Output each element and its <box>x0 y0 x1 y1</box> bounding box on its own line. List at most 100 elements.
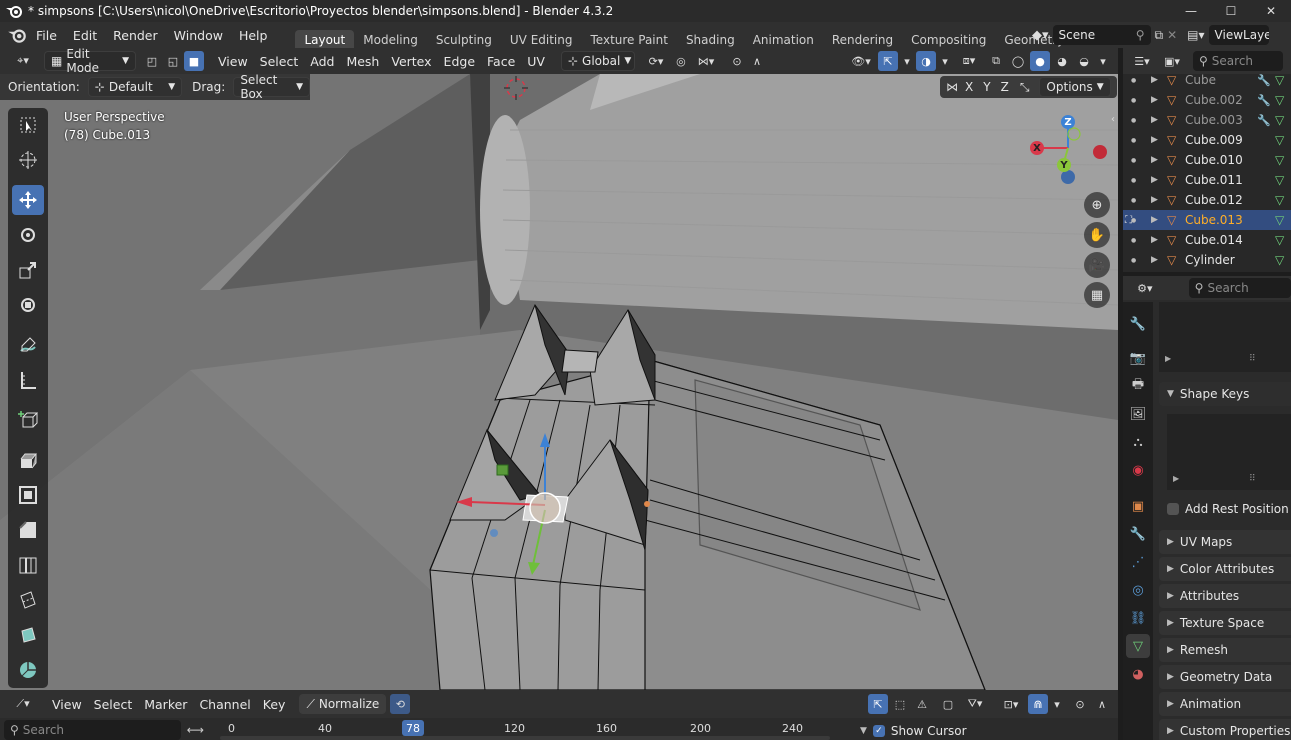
scale-tool-icon[interactable] <box>12 255 44 285</box>
annotate-tool-icon[interactable] <box>12 330 44 360</box>
mesh-edit-overlays-icon[interactable]: ⧈▾ <box>954 51 984 71</box>
knife-tool-icon[interactable] <box>12 585 44 615</box>
menu-mesh[interactable]: Mesh <box>340 51 385 71</box>
menu-add[interactable]: Add <box>304 51 340 71</box>
add-cube-tool-icon[interactable] <box>12 405 44 435</box>
snap-toggle-icon[interactable]: ⋒ <box>1028 694 1048 714</box>
panel-color-attributes[interactable]: ▶ Color Attributes <box>1159 557 1291 581</box>
proportional-icon[interactable]: ◎ <box>671 51 691 71</box>
editor-type-icon[interactable]: ⚙▾ <box>1131 278 1159 298</box>
wrench-icon[interactable]: 🔧 <box>1257 74 1271 87</box>
resize-grip-icon[interactable]: ⠿ <box>1249 354 1256 364</box>
object-name[interactable]: Cube.009 <box>1185 133 1243 147</box>
mesh-data-tab-icon[interactable]: ▽ <box>1126 634 1150 658</box>
transform-tool-icon[interactable] <box>12 290 44 320</box>
visibility-dot-icon[interactable]: ● <box>1131 77 1136 84</box>
transform-orientation-dropdown[interactable]: ⊹ Global ▼ <box>560 51 635 71</box>
shape-keys-list[interactable]: ▶ ⠿ <box>1167 414 1291 490</box>
resize-grip-icon[interactable]: ⠿ <box>1249 474 1256 484</box>
outliner-row[interactable]: ● ▶ ▽ Cube.002 🔧 ▽ <box>1123 90 1291 110</box>
select-cursor-icon[interactable]: ⇱ <box>868 694 888 714</box>
view-layer-field[interactable]: ViewLaye <box>1208 25 1269 45</box>
disclosure-icon[interactable]: ▶ <box>1151 135 1158 145</box>
zoom-icon[interactable]: ⊕ <box>1084 192 1110 218</box>
panel-custom-properties[interactable]: ▶ Custom Properties <box>1159 719 1291 740</box>
menu-help[interactable]: Help <box>231 28 276 43</box>
object-name[interactable]: Cube <box>1185 73 1216 87</box>
tab-layout[interactable]: Layout <box>295 30 355 48</box>
menu-window[interactable]: Window <box>166 28 231 43</box>
mesh-data-icon[interactable]: ▽ <box>1275 153 1284 167</box>
delete-scene-icon[interactable]: ✕ <box>1167 28 1177 42</box>
outliner-row[interactable]: ● ▶ ▽ Cube.014 ▽ <box>1123 230 1291 250</box>
editor-type-icon[interactable]: ☰▾ <box>1127 51 1157 71</box>
rendered-shading-icon[interactable]: ◒ <box>1074 51 1094 71</box>
extrude-tool-icon[interactable] <box>12 445 44 475</box>
3d-viewport[interactable] <box>0 74 1118 690</box>
menu-uv[interactable]: UV <box>521 51 551 71</box>
maximize-button[interactable]: ☐ <box>1211 0 1251 22</box>
axis-z-toggle[interactable]: Z <box>998 80 1012 94</box>
outliner-row[interactable]: ● ▶ ▽ Cube.009 ▽ <box>1123 130 1291 150</box>
chevron-down-icon[interactable]: ▼ <box>860 726 867 736</box>
tab-uv-editing[interactable]: UV Editing <box>501 30 582 48</box>
proportional-edit-icon[interactable]: ⊙ <box>727 51 747 71</box>
object-name[interactable]: Cylinder <box>1185 253 1235 267</box>
gizmo-y-axis[interactable]: Y <box>1057 158 1071 172</box>
solid-shading-icon[interactable]: ● <box>1030 51 1050 71</box>
panel-attributes[interactable]: ▶ Attributes <box>1159 584 1291 608</box>
chevron-down-icon[interactable]: ▾ <box>900 51 914 71</box>
perspective-grid-icon[interactable]: ▦ <box>1084 282 1110 308</box>
visibility-dot-icon[interactable]: ● <box>1131 197 1136 204</box>
pin-icon[interactable]: ⚲ <box>1136 28 1145 42</box>
render-tab-icon[interactable]: 📷 <box>1126 346 1150 370</box>
menu-vertex[interactable]: Vertex <box>385 51 437 71</box>
tab-compositing[interactable]: Compositing <box>902 30 995 48</box>
menu-edit[interactable]: Edit <box>65 28 105 43</box>
visibility-dot-icon[interactable]: ● <box>1131 157 1136 164</box>
poly-build-tool-icon[interactable] <box>12 620 44 650</box>
menu-view[interactable]: View <box>46 694 88 714</box>
menu-select[interactable]: Select <box>88 694 139 714</box>
disclosure-icon[interactable]: ▶ <box>1151 155 1158 165</box>
box-select-icon[interactable]: ⬚ <box>890 694 910 714</box>
output-tab-icon[interactable]: 🖶 <box>1126 374 1150 398</box>
overlays-toggle-icon[interactable]: ◑ <box>916 51 936 71</box>
swap-arrows-icon[interactable]: ⟷ <box>187 723 204 737</box>
chevron-down-icon[interactable]: ▾ <box>938 51 952 71</box>
tab-sculpting[interactable]: Sculpting <box>427 30 501 48</box>
display-mode-icon[interactable]: ▣▾ <box>1157 51 1187 71</box>
properties-search[interactable]: ⚲ Search <box>1188 278 1291 298</box>
rotate-tool-icon[interactable] <box>12 220 44 250</box>
disclosure-icon[interactable]: ▶ <box>1151 195 1158 205</box>
view-layer-icon[interactable]: ▤▾ <box>1187 28 1204 42</box>
wrench-icon[interactable]: 🔧 <box>1257 114 1271 127</box>
physics-tab-icon[interactable]: ◎ <box>1126 578 1150 602</box>
outliner-row[interactable]: ● ▶ ▽ Cube.003 🔧 ▽ <box>1123 110 1291 130</box>
falloff-icon[interactable]: ∧ <box>1092 694 1112 714</box>
menu-select[interactable]: Select <box>254 51 305 71</box>
material-tab-icon[interactable]: ◕ <box>1126 662 1150 686</box>
mesh-data-icon[interactable]: ▽ <box>1275 113 1284 127</box>
menu-render[interactable]: Render <box>105 28 166 43</box>
constraints-tab-icon[interactable]: ⛓ <box>1126 606 1150 630</box>
tab-rendering[interactable]: Rendering <box>823 30 902 48</box>
menu-file[interactable]: File <box>28 28 65 43</box>
falloff-icon[interactable]: ∧ <box>747 51 767 71</box>
spin-tool-icon[interactable] <box>12 655 44 685</box>
options-dropdown[interactable]: Options ▼ <box>1039 77 1111 97</box>
disclosure-icon[interactable]: ▶ <box>1151 215 1158 225</box>
scene-icon[interactable]: ◆▾ <box>1032 28 1049 43</box>
expand-icon[interactable]: ▶ <box>1173 474 1179 483</box>
disclosure-icon[interactable]: ▶ <box>1151 115 1158 125</box>
blender-menu-icon[interactable] <box>6 27 28 43</box>
world-tab-icon[interactable]: ◉ <box>1126 458 1150 482</box>
area-divider[interactable] <box>1123 272 1291 276</box>
mesh-data-icon[interactable]: ▽ <box>1275 233 1284 247</box>
wireframe-shading-icon[interactable]: ◯ <box>1008 51 1028 71</box>
chevron-down-icon[interactable]: ▾ <box>1096 51 1110 71</box>
tab-shading[interactable]: Shading <box>677 30 744 48</box>
close-button[interactable]: ✕ <box>1251 0 1291 22</box>
vertex-groups-list[interactable]: ▶ ⠿ <box>1159 302 1291 372</box>
pivot-icon[interactable]: ⊡▾ <box>996 694 1026 714</box>
